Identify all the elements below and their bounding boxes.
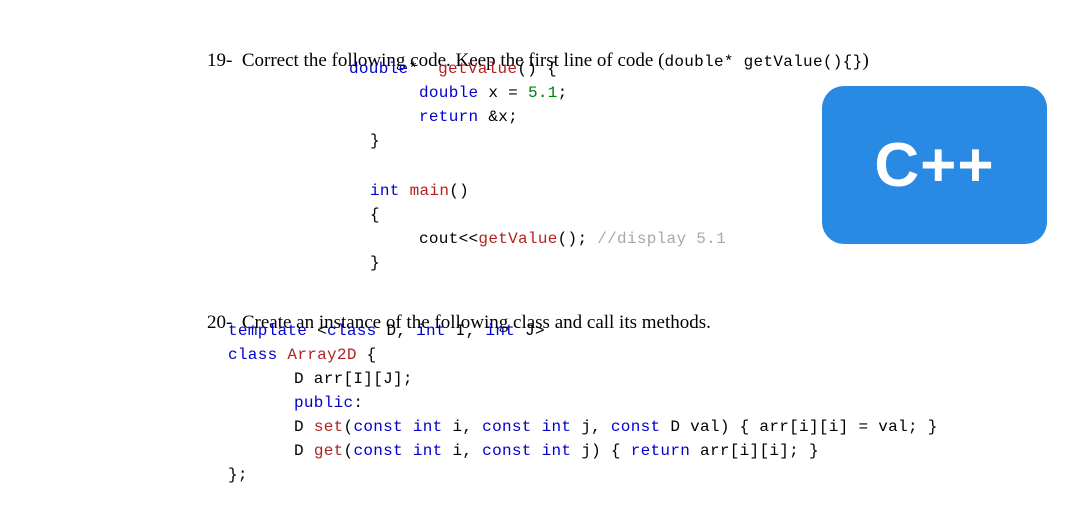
code20-line-2: class Array2D { xyxy=(228,346,377,364)
code-line-4: } xyxy=(370,132,380,150)
code-line-5: int main() xyxy=(370,182,469,200)
code-line-7: cout<<getValue(); //display 5.1 xyxy=(419,230,726,248)
code-line-2: double x = 5.1; xyxy=(419,84,568,102)
code20-line-1: template <class D, int I, int J> xyxy=(228,322,545,340)
cpp-badge-label: C++ xyxy=(874,130,994,201)
code-line-1: double* getValue() { xyxy=(349,60,557,78)
code20-line-7: }; xyxy=(228,466,248,484)
code20-line-6: D get(const int i, const int j) { return… xyxy=(294,442,819,460)
cpp-badge: C++ xyxy=(822,86,1047,244)
code-line-8: } xyxy=(370,254,380,272)
code-line-6: { xyxy=(370,206,380,224)
code-line-3: return &x; xyxy=(419,108,518,126)
code20-line-4: public: xyxy=(294,394,363,412)
q19-prompt-code: double* getValue(){} xyxy=(664,53,862,71)
page: 19- Correct the following code. Keep the… xyxy=(0,0,1080,509)
code20-line-5: D set(const int i, const int j, const D … xyxy=(294,418,938,436)
code20-line-3: D arr[I][J]; xyxy=(294,370,413,388)
q19-prompt-suffix: ) xyxy=(862,50,868,71)
